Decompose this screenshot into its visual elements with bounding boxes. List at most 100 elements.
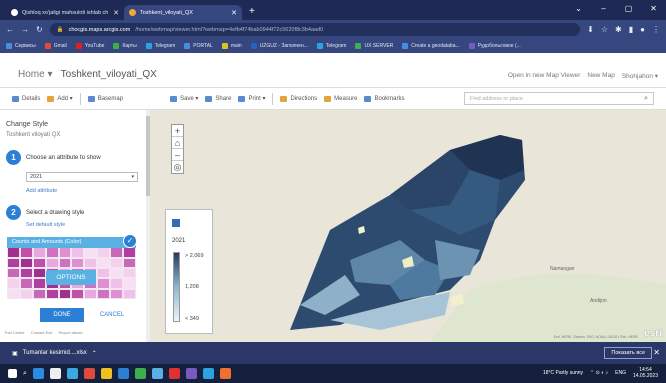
taskbar-app-icon[interactable] <box>202 368 214 379</box>
close-tab-icon[interactable]: ✕ <box>231 9 237 17</box>
bookmark-favicon-icon <box>145 43 152 49</box>
open-new-viewer-link[interactable]: Open in new Map Viewer <box>508 72 581 80</box>
home-icon[interactable]: ⌂ <box>172 137 183 149</box>
taskbar-app-icon[interactable] <box>117 368 129 379</box>
set-default-style-link[interactable]: Set default style <box>26 222 65 228</box>
puzzle-icon[interactable]: ✱ <box>615 25 622 34</box>
browser-tab-2[interactable]: Toshkent_viloyati_QX ✕ <box>124 5 242 20</box>
chevron-up-icon[interactable]: ⌃ <box>92 350 97 357</box>
menu-icon[interactable]: ⋮ <box>652 25 660 34</box>
directions-button[interactable]: Directions <box>280 95 317 102</box>
back-icon[interactable]: ← <box>6 25 14 34</box>
new-map-link[interactable]: New Map <box>587 72 614 80</box>
bookmark-item[interactable]: UZGUZ - Заполнен... <box>250 43 308 49</box>
done-button[interactable]: DONE <box>40 308 84 322</box>
user-menu[interactable]: Shohjahon ▾ <box>622 72 658 80</box>
bookmark-item[interactable]: Telegram <box>145 43 175 49</box>
report-abuse-link[interactable]: Report abuse <box>59 330 83 335</box>
taskbar-app-icon[interactable] <box>151 368 163 379</box>
search-icon[interactable]: ⌕ <box>23 370 27 378</box>
minimize-icon[interactable]: – <box>591 0 616 18</box>
zoom-out-button[interactable]: – <box>172 149 183 161</box>
sidepanel-icon[interactable]: ▮ <box>629 25 633 34</box>
chevron-down-icon[interactable]: ⌄ <box>566 0 591 18</box>
style-card-title[interactable]: Counts and Amounts (Color) <box>7 237 136 248</box>
add-attribute-link[interactable]: Add attribute <box>26 188 57 194</box>
download-item[interactable]: ▣ Tumanlar kesimid....xlsx ⌃ <box>12 350 97 357</box>
bookmark-item[interactable]: Create a geodataba... <box>402 43 460 49</box>
bookmark-item[interactable]: Рудобольсовое (... <box>468 43 521 49</box>
ramp-swatch <box>32 247 46 258</box>
ramp-swatch <box>19 278 33 289</box>
panel-footer: Trial Center Contact Esri Report abuse <box>4 330 83 335</box>
show-all-button[interactable]: Показать все <box>604 347 652 359</box>
bookmark-item[interactable]: PORTAL <box>184 43 213 49</box>
zoom-in-button[interactable]: + <box>172 125 183 137</box>
bookmark-item[interactable]: UX SERVER <box>355 43 393 49</box>
measure-icon <box>324 95 332 102</box>
search-icon[interactable]: ⌕ <box>644 95 648 103</box>
bookmark-item[interactable]: Gmail <box>44 43 67 49</box>
contact-esri-link[interactable]: Contact Esri <box>31 330 53 335</box>
save-button[interactable]: Save ▾ <box>170 95 198 102</box>
profile-icon[interactable]: ● <box>640 25 645 34</box>
trial-center-link[interactable]: Trial Center <box>4 330 25 335</box>
bookmark-item[interactable]: main <box>221 43 242 49</box>
taskbar-app-icon[interactable] <box>66 368 78 379</box>
details-button[interactable]: Details <box>12 95 40 102</box>
url-field[interactable]: 🔒 chocgis.maps.arcgis.com/home/webmap/vi… <box>49 23 581 36</box>
input-language[interactable]: ENG <box>615 370 626 376</box>
search-input[interactable]: Find address or place ⌕ <box>464 92 654 105</box>
bookmark-item[interactable]: Telegram <box>316 43 346 49</box>
browser-tab-1[interactable]: Qishloq xo'jaligi mahsuloti ishlab ch ✕ <box>6 5 124 20</box>
options-button[interactable]: OPTIONS <box>46 270 96 285</box>
basemap-button[interactable]: Basemap <box>87 95 123 102</box>
extensions-icon[interactable]: ⬇ <box>587 25 594 34</box>
star-icon[interactable]: ☆ <box>601 25 608 34</box>
print-button[interactable]: Print ▾ <box>238 95 265 102</box>
legend-color-ramp <box>173 252 180 322</box>
close-tab-icon[interactable]: ✕ <box>113 9 119 17</box>
bookmarks-button[interactable]: Bookmarks <box>364 95 405 102</box>
weather-status[interactable]: 18°C Partly sunny <box>543 370 583 376</box>
close-icon[interactable]: ✕ <box>653 348 660 357</box>
cancel-button[interactable]: CANCEL <box>90 308 134 322</box>
home-link[interactable]: Home ▾ <box>18 69 52 80</box>
reload-icon[interactable]: ↻ <box>36 25 43 34</box>
add-button[interactable]: Add ▾ <box>47 95 73 102</box>
bookmark-item[interactable]: YouTube <box>75 43 104 49</box>
locate-icon[interactable]: ◎ <box>172 161 183 173</box>
tray-icons[interactable]: ⌃ ⊙ ◐ ♪ <box>590 370 608 376</box>
map-canvas[interactable]: Namangan Andijon <box>150 110 666 342</box>
windows-start-icon[interactable] <box>8 369 17 378</box>
taskbar-app-icon[interactable] <box>168 368 180 379</box>
share-button[interactable]: Share <box>205 95 232 102</box>
attribute-select[interactable]: 2021 ▾ <box>26 172 138 182</box>
bookmark-item[interactable]: Карты <box>113 43 137 49</box>
measure-button[interactable]: Measure <box>324 95 357 102</box>
attribute-value: 2021 <box>30 174 43 180</box>
clock[interactable]: 14:54 14.05.2023 <box>633 367 658 379</box>
ramp-swatch <box>84 257 98 268</box>
lock-icon: 🔒 <box>56 26 64 33</box>
save-label: Save ▾ <box>180 96 199 102</box>
bookmark-item[interactable]: Сервисы <box>6 43 36 49</box>
taskbar-app-icon[interactable] <box>49 368 61 379</box>
map-view[interactable]: Namangan Andijon + ⌂ – ◎ Esri, HERE, Gar… <box>150 110 666 342</box>
legend-year: 2021 <box>172 238 186 244</box>
url-host: chocgis.maps.arcgis.com <box>68 26 131 33</box>
taskbar-app-icon[interactable] <box>100 368 112 379</box>
taskbar-app-icon[interactable] <box>32 368 44 379</box>
forward-icon[interactable]: → <box>21 25 29 34</box>
ramp-swatch <box>97 278 111 289</box>
taskbar-app-icon[interactable] <box>185 368 197 379</box>
taskbar-app-icon[interactable] <box>83 368 95 379</box>
close-icon[interactable]: ✕ <box>641 0 666 18</box>
taskbar-app-icon[interactable] <box>134 368 146 379</box>
share-label: Share <box>215 95 232 102</box>
restore-icon[interactable]: ▢ <box>616 0 641 18</box>
download-bar: ▣ Tumanlar kesimid....xlsx ⌃ Показать вс… <box>0 342 666 364</box>
taskbar-app-icon[interactable] <box>219 368 231 379</box>
zoom-control: + ⌂ – ◎ <box>171 124 184 174</box>
plus-icon[interactable]: + <box>249 6 255 17</box>
